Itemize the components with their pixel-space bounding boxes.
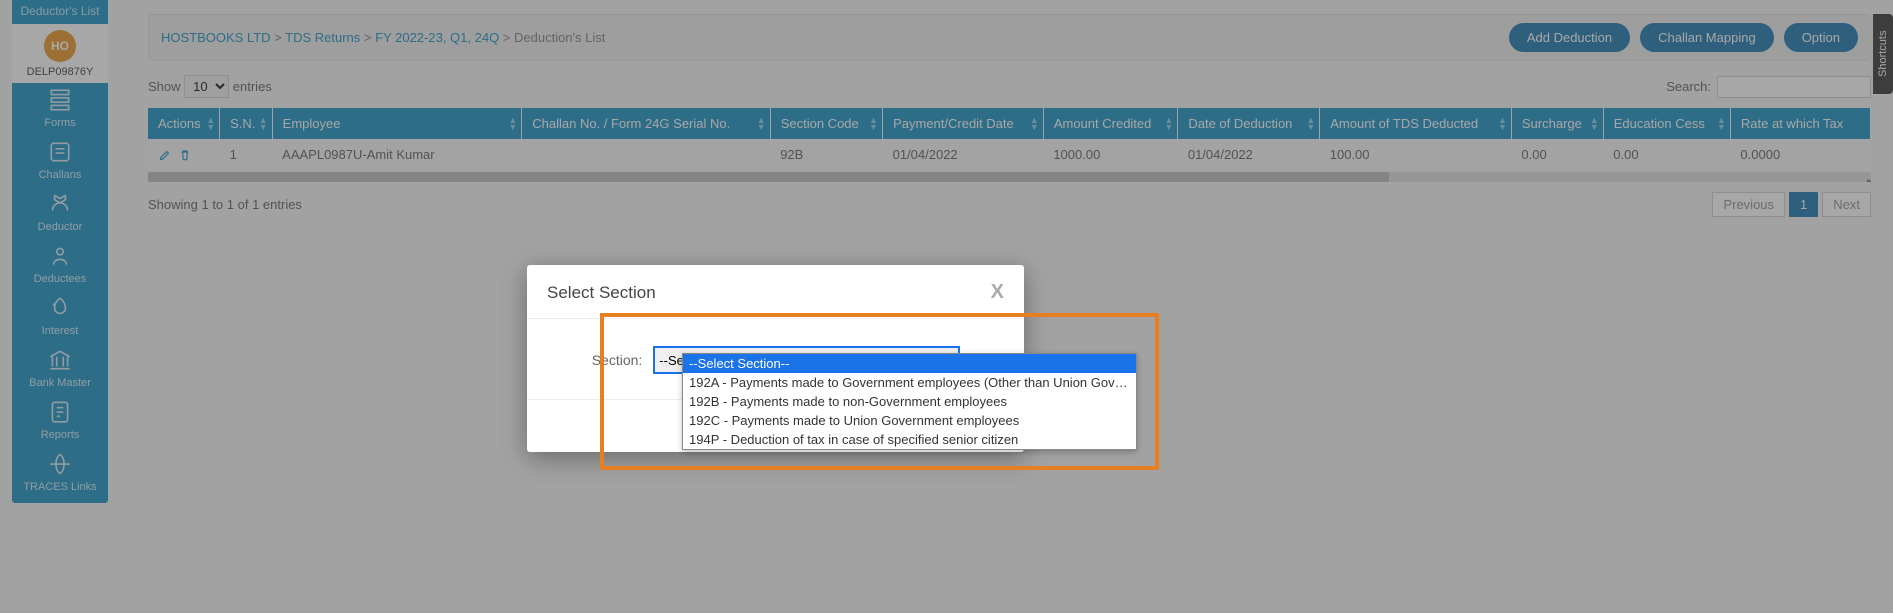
dropdown-option-194p[interactable]: 194P - Deduction of tax in case of speci… [683, 430, 1136, 449]
close-icon[interactable]: X [991, 281, 1004, 304]
dropdown-option-192a[interactable]: 192A - Payments made to Government emplo… [683, 373, 1136, 392]
section-dropdown: --Select Section-- 192A - Payments made … [682, 353, 1137, 450]
dropdown-option-192c[interactable]: 192C - Payments made to Union Government… [683, 411, 1136, 430]
modal-title: Select Section [547, 283, 656, 303]
dropdown-option-192b[interactable]: 192B - Payments made to non-Government e… [683, 392, 1136, 411]
dropdown-option-placeholder[interactable]: --Select Section-- [683, 354, 1136, 373]
modal-header: Select Section X [527, 265, 1024, 319]
section-label: Section: [592, 352, 643, 368]
